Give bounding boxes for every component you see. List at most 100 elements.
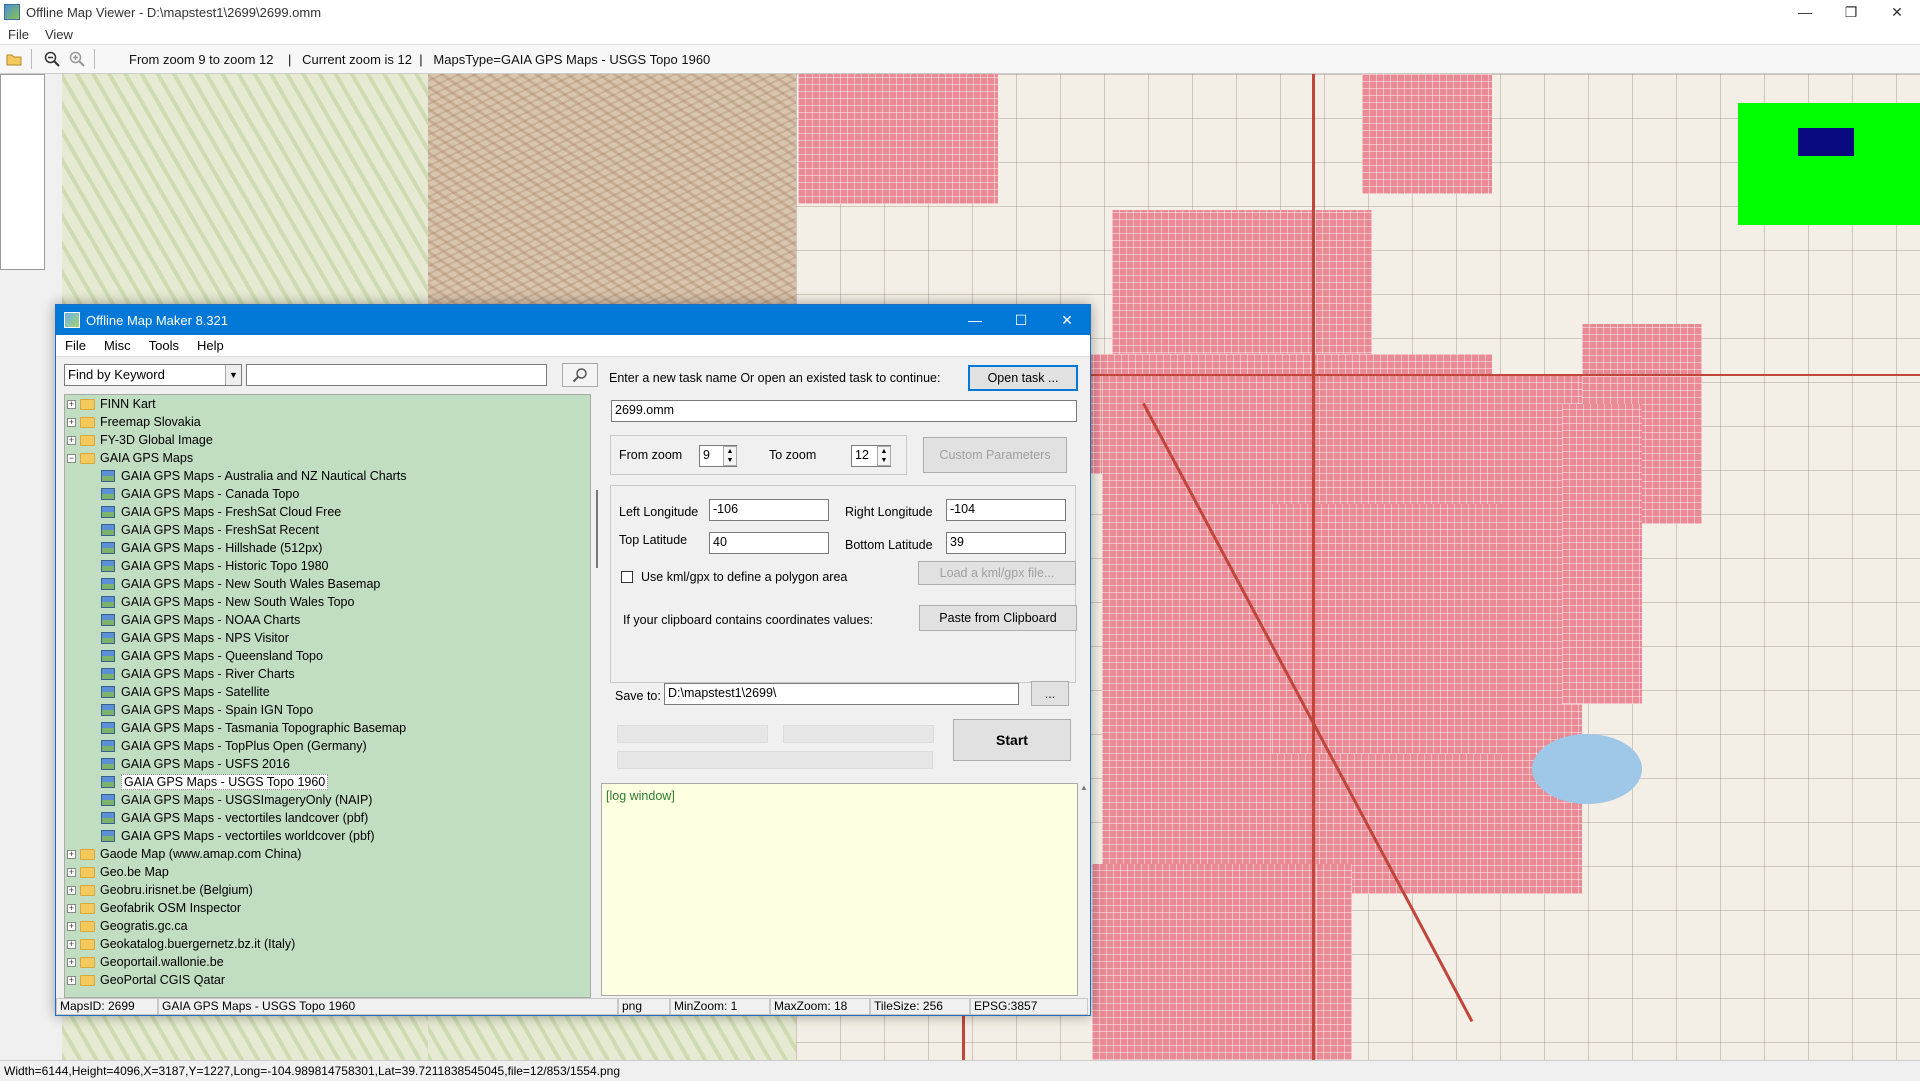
expand-icon[interactable]: + [67,885,76,895]
tree-map-item[interactable]: GAIA GPS Maps - TopPlus Open (Germany) [65,737,590,755]
menu-view[interactable]: View [37,27,81,42]
chevron-down-icon[interactable]: ▼ [225,365,241,385]
bottom-latitude-input[interactable]: 39 [946,532,1066,554]
tree-folder-item[interactable]: + Freemap Slovakia [65,413,590,431]
dialog-menu-help[interactable]: Help [188,338,233,353]
tree-folder-item[interactable]: + Geokatalog.buergernetz.bz.it (Italy) [65,935,590,953]
tree-map-item[interactable]: GAIA GPS Maps - River Charts [65,665,590,683]
expand-icon[interactable]: + [67,921,76,931]
tree-scroll-thumb[interactable] [596,490,598,568]
collapse-icon[interactable]: − [67,453,76,463]
tree-map-item[interactable]: GAIA GPS Maps - NPS Visitor [65,629,590,647]
search-mode-value: Find by Keyword [68,367,165,382]
tree-map-item[interactable]: GAIA GPS Maps - FreshSat Recent [65,521,590,539]
tree-item-label: GAIA GPS Maps - Spain IGN Topo [121,703,314,717]
expand-icon[interactable]: + [67,435,76,445]
close-button[interactable]: ✕ [1874,0,1920,24]
tree-folder-item[interactable]: + Geo.be Map [65,863,590,881]
tree-map-item[interactable]: GAIA GPS Maps - Spain IGN Topo [65,701,590,719]
zoom-in-icon[interactable] [66,48,88,70]
expand-icon[interactable]: + [67,849,76,859]
tree-item-label: GAIA GPS Maps - NOAA Charts [121,613,301,627]
tree-map-item[interactable]: GAIA GPS Maps - Canada Topo [65,485,590,503]
left-longitude-input[interactable]: -106 [709,499,829,521]
tree-folder-item[interactable]: + Geogratis.gc.ca [65,917,590,935]
tree-map-item[interactable]: GAIA GPS Maps - Tasmania Topographic Bas… [65,719,590,737]
tree-map-item[interactable]: GAIA GPS Maps - FreshSat Cloud Free [65,503,590,521]
log-window[interactable]: [log window] [601,783,1078,996]
browse-button[interactable]: ... [1031,681,1069,706]
tree-item-label: Geofabrik OSM Inspector [100,901,242,915]
start-button[interactable]: Start [953,719,1071,761]
map-source-tree[interactable]: + FINN Kart + Freemap Slovakia + FY-3D Global… [64,394,591,998]
tree-map-item[interactable]: GAIA GPS Maps - USFS 2016 [65,755,590,773]
tree-map-item[interactable]: GAIA GPS Maps - vectortiles worldcover (… [65,827,590,845]
folder-icon [80,416,95,428]
progress-bar [783,725,934,743]
search-button[interactable] [562,363,598,387]
tree-folder-item[interactable]: + Gaode Map (www.amap.com China) [65,845,590,863]
tree-folder-item[interactable]: + Geoportail.wallonie.be [65,953,590,971]
log-scrollbar[interactable]: ▲ [1078,783,1090,996]
top-latitude-input[interactable]: 40 [709,532,829,554]
expand-icon[interactable]: + [67,903,76,913]
tree-scrollbar[interactable] [593,394,601,998]
zoom-out-icon[interactable] [41,48,63,70]
folder-icon [80,452,95,464]
expand-icon[interactable]: + [67,957,76,967]
overview-viewport-rect[interactable] [1798,128,1854,156]
tree-map-item[interactable]: GAIA GPS Maps - Australia and NZ Nautica… [65,467,590,485]
expand-icon[interactable]: + [67,939,76,949]
paste-clipboard-button[interactable]: Paste from Clipboard [919,605,1077,631]
kml-checkbox[interactable] [621,571,633,583]
menu-file[interactable]: File [0,27,37,42]
tree-folder-item[interactable]: + Geofabrik OSM Inspector [65,899,590,917]
to-zoom-spinner[interactable]: ▲ ▼ [877,446,891,466]
highway [1312,74,1315,1060]
dialog-menu-file[interactable]: File [56,338,95,353]
dialog-close-button[interactable]: ✕ [1044,305,1090,335]
tree-folder-item[interactable]: + FY-3D Global Image [65,431,590,449]
right-longitude-input[interactable]: -104 [946,499,1066,521]
save-path-input[interactable]: D:\mapstest1\2699\ [664,683,1019,705]
restore-button[interactable]: ❐ [1828,0,1874,24]
open-folder-icon[interactable] [3,48,25,70]
toolbar-separator [94,49,95,69]
custom-parameters-button[interactable]: Custom Parameters [923,437,1067,473]
minimize-button[interactable]: — [1782,0,1828,24]
overview-minimap[interactable] [1738,103,1920,225]
tree-folder-item[interactable]: + FINN Kart [65,395,590,413]
dialog-menu-tools[interactable]: Tools [140,338,188,353]
search-input[interactable] [246,364,547,386]
dialog-maximize-button[interactable]: ☐ [998,305,1044,335]
tree-folder-item[interactable]: + GeoPortal CGIS Qatar [65,971,590,989]
map-icon [101,758,115,770]
load-kml-button[interactable]: Load a kml/gpx file... [918,561,1076,585]
tree-map-item[interactable]: GAIA GPS Maps - New South Wales Topo [65,593,590,611]
tree-map-item[interactable]: GAIA GPS Maps - Queensland Topo [65,647,590,665]
open-task-button[interactable]: Open task ... [968,365,1078,391]
search-mode-select[interactable]: Find by Keyword ▼ [64,364,242,386]
tree-map-item[interactable]: GAIA GPS Maps - Satellite [65,683,590,701]
tree-folder-item[interactable]: − GAIA GPS Maps [65,449,590,467]
window-title: Offline Map Viewer - D:\mapstest1\2699\2… [26,4,322,20]
task-name-input[interactable]: 2699.omm [611,400,1077,422]
expand-icon[interactable]: + [67,975,76,985]
tree-map-item[interactable]: GAIA GPS Maps - USGSImageryOnly (NAIP) [65,791,590,809]
from-zoom-spinner[interactable]: ▲ ▼ [723,446,737,466]
dialog-menu-misc[interactable]: Misc [95,338,140,353]
toolbar-separator [31,49,32,69]
tree-map-item[interactable]: GAIA GPS Maps - Hillshade (512px) [65,539,590,557]
tree-map-item[interactable]: GAIA GPS Maps - Historic Topo 1980 [65,557,590,575]
tree-item-label: FY-3D Global Image [100,433,213,447]
expand-icon[interactable]: + [67,417,76,427]
tree-map-item[interactable]: GAIA GPS Maps - New South Wales Basemap [65,575,590,593]
top-latitude-label: Top Latitude [619,533,688,547]
tree-map-item[interactable]: GAIA GPS Maps - NOAA Charts [65,611,590,629]
tree-map-item[interactable]: GAIA GPS Maps - vectortiles landcover (p… [65,809,590,827]
expand-icon[interactable]: + [67,399,76,409]
tree-map-item[interactable]: GAIA GPS Maps - USGS Topo 1960 [65,773,590,791]
expand-icon[interactable]: + [67,867,76,877]
dialog-minimize-button[interactable]: — [952,305,998,335]
tree-folder-item[interactable]: + Geobru.irisnet.be (Belgium) [65,881,590,899]
